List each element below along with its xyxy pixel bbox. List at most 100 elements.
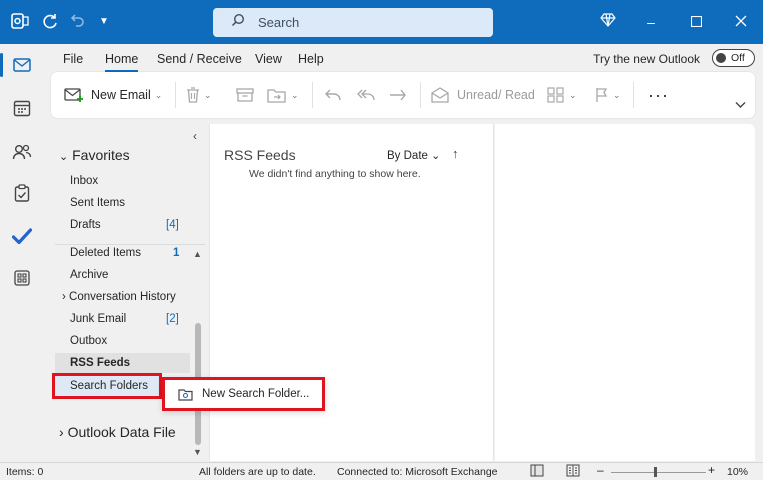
tab-send-receive[interactable]: Send / Receive xyxy=(157,52,242,66)
message-list-title: RSS Feeds xyxy=(224,147,296,163)
outlook-data-file-header[interactable]: › Outlook Data File xyxy=(59,424,176,440)
move-folder-icon xyxy=(267,89,286,103)
scroll-up-arrow[interactable]: ▲ xyxy=(193,249,202,259)
folder-deleted-items[interactable]: Deleted Items xyxy=(70,247,141,259)
divider xyxy=(55,244,205,245)
folder-archive[interactable]: Archive xyxy=(70,269,108,281)
tab-file[interactable]: File xyxy=(63,52,83,66)
delete-button[interactable]: ⌄ xyxy=(186,84,212,106)
new-email-label: New Email xyxy=(91,88,151,102)
ribbon-divider xyxy=(175,82,176,108)
reply-button[interactable] xyxy=(324,84,342,106)
toggle-knob xyxy=(716,53,726,63)
chevron-down-icon: ⌄ xyxy=(291,89,299,100)
mail-icon xyxy=(13,58,31,72)
folder-search-folders[interactable]: Search Folders xyxy=(70,380,148,392)
zoom-in-button[interactable]: + xyxy=(708,463,715,477)
search-icon xyxy=(231,13,245,27)
folder-sent-items[interactable]: Sent Items xyxy=(70,197,125,209)
reading-view-button[interactable] xyxy=(566,464,580,480)
favorites-header[interactable]: ⌄ Favorites xyxy=(59,147,130,163)
categorize-button[interactable]: ⌄ xyxy=(547,84,577,106)
favorites-label: Favorites xyxy=(72,147,130,163)
zoom-slider-thumb[interactable] xyxy=(654,467,657,477)
folder-conversation-history[interactable]: › Conversation History xyxy=(62,291,176,303)
outlook-data-file-label: Outlook Data File xyxy=(67,424,176,440)
people-icon xyxy=(12,144,32,160)
collapse-folder-pane-button[interactable]: ‹ xyxy=(193,129,197,143)
toggle-label: Off xyxy=(731,52,745,64)
chevron-right-icon: › xyxy=(59,424,64,440)
folder-inbox[interactable]: Inbox xyxy=(70,175,98,187)
forward-icon xyxy=(390,89,406,101)
scroll-down-arrow[interactable]: ▼ xyxy=(193,447,202,457)
customize-toolbar-icon[interactable]: ▼ xyxy=(94,12,114,32)
drafts-count: [4] xyxy=(166,219,179,231)
chevron-down-icon: ⌄ xyxy=(569,89,577,100)
folder-drafts[interactable]: Drafts xyxy=(70,219,101,231)
title-bar: ▼ Search – xyxy=(0,0,763,44)
unread-read-button[interactable]: Unread/ Read xyxy=(431,84,535,106)
ribbon-divider xyxy=(633,82,634,108)
folder-rss-feeds[interactable]: RSS Feeds xyxy=(70,357,130,369)
menu-bar: File Home Send / Receive View Help Try t… xyxy=(44,44,763,72)
tab-home[interactable]: Home xyxy=(105,52,139,72)
calendar-nav-button[interactable] xyxy=(0,92,44,124)
normal-view-button[interactable] xyxy=(530,464,544,480)
chevron-down-icon: ⌄ xyxy=(204,89,212,100)
chevron-down-icon: ⌄ xyxy=(154,89,163,100)
conversation-history-label: Conversation History xyxy=(69,291,176,303)
folder-outbox[interactable]: Outbox xyxy=(70,335,107,347)
maximize-button[interactable] xyxy=(686,12,706,32)
chevron-down-icon: ⌄ xyxy=(613,89,621,100)
new-email-button[interactable]: New Email ⌄ xyxy=(64,84,162,106)
undo-icon[interactable] xyxy=(68,12,88,34)
clipboard-icon xyxy=(14,184,30,202)
people-nav-button[interactable] xyxy=(0,136,44,168)
sort-by-date-button[interactable]: By Date ⌄ xyxy=(387,149,440,162)
tasks-nav-button[interactable] xyxy=(0,177,44,209)
todo-nav-button[interactable] xyxy=(0,220,44,252)
tab-view[interactable]: View xyxy=(255,52,282,66)
chevron-right-icon: › xyxy=(62,291,66,303)
calendar-icon xyxy=(13,100,31,117)
reading-pane xyxy=(495,124,755,461)
archive-icon xyxy=(236,88,254,102)
close-button[interactable] xyxy=(731,12,751,32)
follow-up-button[interactable]: ⌄ xyxy=(595,84,621,106)
tab-help[interactable]: Help xyxy=(298,52,324,66)
sort-direction-arrow-icon[interactable]: ↑ xyxy=(452,146,459,161)
zoom-out-button[interactable]: – xyxy=(597,463,604,477)
ribbon: New Email ⌄ ⌄ ⌄ Unread/ Read ⌄ ⌄ ··· xyxy=(51,72,755,118)
sync-status: All folders are up to date. xyxy=(199,466,316,478)
reply-icon xyxy=(325,89,341,101)
search-input[interactable]: Search xyxy=(213,8,493,37)
context-menu: New Search Folder... xyxy=(162,377,325,411)
reply-all-button[interactable] xyxy=(356,84,376,106)
new-outlook-toggle[interactable]: Off xyxy=(712,49,755,67)
more-options-button[interactable]: ··· xyxy=(648,84,669,106)
reading-view-icon xyxy=(566,464,580,477)
diamond-icon[interactable] xyxy=(598,12,618,32)
sync-icon[interactable] xyxy=(40,12,60,36)
chevron-down-icon: ⌄ xyxy=(59,151,69,163)
apps-nav-button[interactable] xyxy=(0,262,44,294)
folder-junk-email[interactable]: Junk Email xyxy=(70,313,126,325)
ribbon-divider xyxy=(312,82,313,108)
move-button[interactable]: ⌄ xyxy=(267,84,299,106)
forward-button[interactable] xyxy=(389,84,407,106)
archive-button[interactable] xyxy=(236,84,254,106)
connection-status: Connected to: Microsoft Exchange xyxy=(337,466,498,478)
junk-email-count: [2] xyxy=(166,313,179,325)
mail-nav-button[interactable] xyxy=(0,49,44,81)
apps-grid-icon xyxy=(14,270,30,286)
new-search-folder-menu-item[interactable]: New Search Folder... xyxy=(202,388,309,400)
new-email-icon xyxy=(64,88,83,102)
zoom-slider-track[interactable] xyxy=(611,472,706,473)
normal-view-icon xyxy=(530,464,544,477)
categorize-icon xyxy=(547,87,564,103)
search-folders-highlight-box[interactable]: Search Folders xyxy=(52,373,162,399)
items-count: Items: 0 xyxy=(6,466,44,478)
minimize-button[interactable]: – xyxy=(641,12,661,32)
expand-ribbon-button[interactable] xyxy=(735,94,746,116)
